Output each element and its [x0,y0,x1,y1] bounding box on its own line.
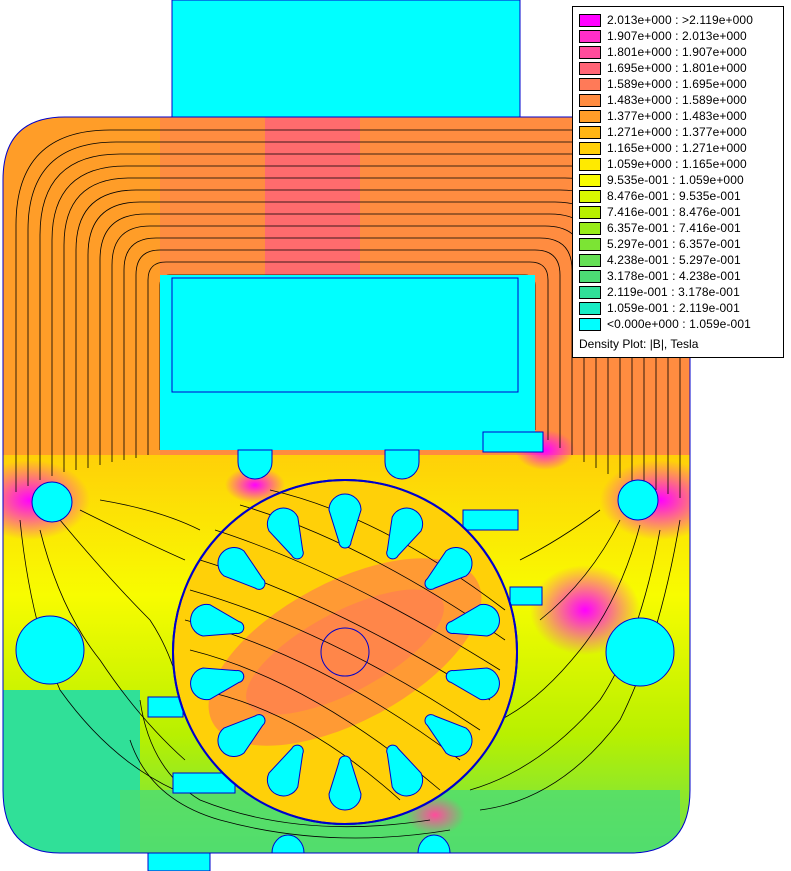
top-air-region [171,0,521,118]
legend-label: 1.059e-001 : 2.119e-001 [607,301,740,315]
legend-label: 4.238e-001 : 5.297e-001 [607,253,741,267]
legend-row: 8.476e-001 : 9.535e-001 [579,188,741,204]
legend-label: 1.907e+000 : 2.013e+000 [607,29,747,43]
legend-swatch [579,237,601,251]
legend-row: 1.589e+000 : 1.695e+000 [579,76,747,92]
notch-left [237,449,273,480]
legend-label: 1.377e+000 : 1.483e+000 [607,109,747,123]
legend-row: 1.059e+000 : 1.165e+000 [579,156,747,172]
legend-swatch [579,93,601,107]
legend-swatch [579,141,601,155]
slot-right-upper [462,509,519,531]
yoke-hot-band [265,117,360,277]
legend-row: 1.483e+000 : 1.589e+000 [579,92,747,108]
legend-label: 1.801e+000 : 1.907e+000 [607,45,747,59]
legend-row: 5.297e-001 : 6.357e-001 [579,236,741,252]
legend-row: 3.178e-001 : 4.238e-001 [579,268,741,284]
legend-row: 2.013e+000 : >2.119e+000 [579,12,753,28]
legend-swatch [579,205,601,219]
legend-swatch [579,285,601,299]
legend-label: 1.483e+000 : 1.589e+000 [607,93,747,107]
legend-label: 2.119e-001 : 3.178e-001 [607,285,740,299]
legend-swatch [579,29,601,43]
legend-row: 7.416e-001 : 8.476e-001 [579,204,741,220]
legend-row: 1.907e+000 : 2.013e+000 [579,28,747,44]
legend-row: 1.271e+000 : 1.377e+000 [579,124,747,140]
legend-label: 1.695e+000 : 1.801e+000 [607,61,747,75]
legend-swatch [579,173,601,187]
hole-left-large [15,615,85,685]
legend-swatch [579,13,601,27]
legend-label: 9.535e-001 : 1.059e+000 [607,173,744,187]
legend-label: 1.165e+000 : 1.271e+000 [607,141,747,155]
legend-swatch [579,125,601,139]
legend-row: 1.801e+000 : 1.907e+000 [579,44,747,60]
legend-label: 8.476e-001 : 9.535e-001 [607,189,741,203]
legend-caption: Density Plot: |B|, Tesla [579,337,699,351]
legend-label: 1.059e+000 : 1.165e+000 [607,157,747,171]
legend-label: 3.178e-001 : 4.238e-001 [607,269,741,283]
legend-label: 5.297e-001 : 6.357e-001 [607,237,741,251]
legend-row: 4.238e-001 : 5.297e-001 [579,252,741,268]
legend-row: 1.377e+000 : 1.483e+000 [579,108,747,124]
legend-swatch [579,157,601,171]
legend-swatch [579,189,601,203]
notch-right [384,449,420,480]
legend-swatch [579,109,601,123]
legend-label: 6.357e-001 : 7.416e-001 [607,221,741,235]
legend-label: <0.000e+000 : 1.059e-001 [607,317,751,331]
hole-left-small [31,481,73,523]
legend-swatch [579,317,601,331]
legend-label: 7.416e-001 : 8.476e-001 [607,205,741,219]
legend-label: 1.589e+000 : 1.695e+000 [607,77,747,91]
window-right-notch [482,431,544,453]
hole-right-small [617,479,659,521]
hole-right-large [605,617,675,687]
legend: 2.013e+000 : >2.119e+000 1.907e+000 : 2.0… [572,6,784,358]
low-field-lower-left [3,690,140,853]
slot-right-mid [509,586,543,606]
legend-row: <0.000e+000 : 1.059e-001 [579,316,751,332]
window-air [160,275,535,450]
rotor [172,479,518,825]
legend-label: 2.013e+000 : >2.119e+000 [607,13,753,27]
legend-row: 1.165e+000 : 1.271e+000 [579,140,747,156]
slot-left-mid [147,696,184,718]
bottom-tab [147,852,211,871]
legend-swatch [579,61,601,75]
legend-row: 6.357e-001 : 7.416e-001 [579,220,741,236]
legend-row: 2.119e-001 : 3.178e-001 [579,284,740,300]
legend-swatch [579,269,601,283]
legend-swatch [579,77,601,91]
legend-row: 1.059e-001 : 2.119e-001 [579,300,740,316]
legend-swatch [579,45,601,59]
legend-row: 9.535e-001 : 1.059e+000 [579,172,744,188]
legend-swatch [579,301,601,315]
legend-swatch [579,221,601,235]
legend-label: 1.271e+000 : 1.377e+000 [607,125,747,139]
legend-swatch [579,253,601,267]
legend-row: 1.695e+000 : 1.801e+000 [579,60,747,76]
